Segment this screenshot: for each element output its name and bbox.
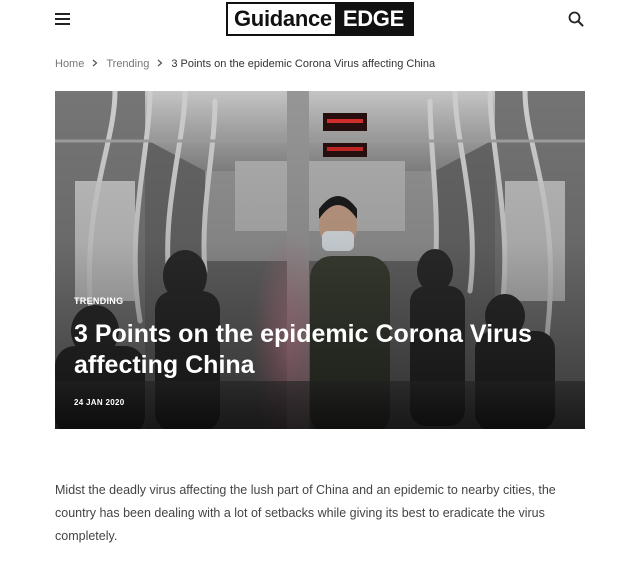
breadcrumb: Home Trending 3 Points on the epidemic C… — [55, 58, 435, 70]
chevron-right-icon — [92, 58, 98, 70]
article-intro-paragraph: Midst the deadly virus affecting the lus… — [55, 483, 556, 543]
logo-text-edge: EDGE — [334, 4, 412, 34]
search-icon[interactable] — [568, 11, 584, 27]
site-header: Guidance EDGE — [0, 0, 640, 40]
breadcrumb-trending-link[interactable]: Trending — [106, 58, 149, 70]
hero-featured-article[interactable]: TRENDING 3 Points on the epidemic Corona… — [55, 91, 585, 429]
hero-date: 24 JAN 2020 — [74, 398, 125, 407]
site-logo[interactable]: Guidance EDGE — [226, 2, 414, 36]
hero-title[interactable]: 3 Points on the epidemic Corona Virus af… — [74, 319, 544, 381]
logo-text-guidance: Guidance — [234, 6, 332, 31]
chevron-right-icon — [157, 58, 163, 70]
breadcrumb-home-link[interactable]: Home — [55, 58, 84, 70]
hero-category-label[interactable]: TRENDING — [74, 296, 123, 306]
hamburger-menu-icon[interactable] — [55, 13, 70, 26]
breadcrumb-current-page: 3 Points on the epidemic Corona Virus af… — [171, 58, 436, 70]
